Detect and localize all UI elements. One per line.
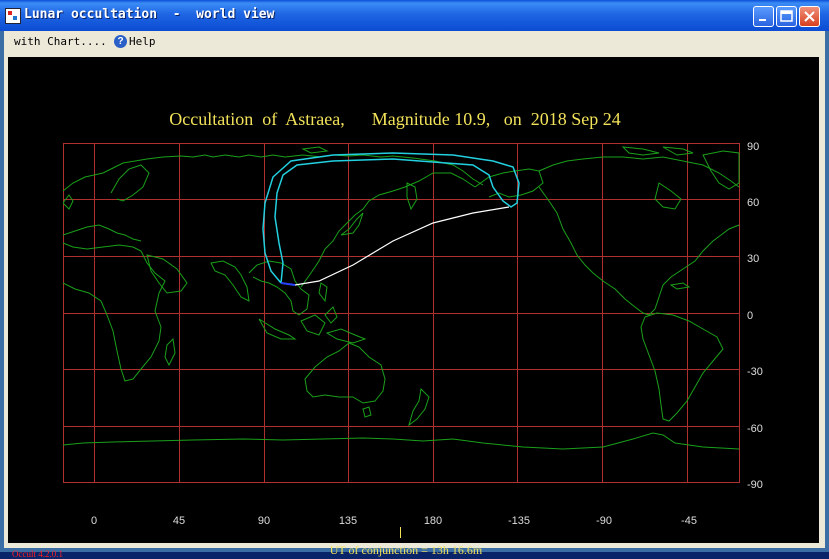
close-icon [804,11,815,22]
plot-title: Occultation of Astraea, Magnitude 10.9, … [169,109,621,129]
limit-line-north [262,152,520,284]
y-tick-label: -90 [747,479,763,491]
y-tick-label: 0 [747,310,754,322]
menu-bar: with Chart.... ? Help [4,31,825,53]
minimize-button[interactable] [753,6,774,27]
occultation-path [262,152,520,286]
ut-marker [400,527,401,538]
maximize-button[interactable] [776,6,797,27]
ut-conjunction-label: UT of conjunction = 13h 16.6m [329,543,483,557]
x-tick-label: 90 [257,515,271,527]
y-tick-label: 90 [747,141,760,153]
world-view-plot: Occultation of Astraea, Magnitude 10.9, … [8,57,819,559]
x-tick-label: 180 [423,515,443,527]
maximize-icon [780,10,793,22]
y-tick-label: -60 [747,423,763,435]
world-map [63,143,740,483]
coastlines [63,146,740,450]
version-label: Occult 4.2.0.1 [12,549,63,559]
app-icon[interactable] [5,8,21,24]
y-tick-label: -30 [747,366,763,378]
y-tick-label: 30 [747,253,760,265]
x-tick-label: 0 [90,515,98,527]
x-tick-label: -45 [681,515,697,527]
client-area: with Chart.... ? Help Occultation of Ast… [4,31,825,559]
y-tick-label: 60 [747,197,760,209]
center-line [294,206,510,286]
x-tick-label: 135 [338,515,358,527]
help-icon: ? [114,35,127,48]
path-start-segment [280,282,296,286]
x-tick-label: -135 [507,515,531,527]
minimize-icon [759,19,766,21]
map-grid [63,143,740,483]
x-tick-label: -90 [596,515,612,527]
window-title: Lunar occultation - world view [24,7,275,22]
main-window: Lunar occultation - world view with Char… [0,0,829,559]
title-bar[interactable]: Lunar occultation - world view [0,0,829,31]
menu-with-chart[interactable]: with Chart.... [14,35,107,48]
menu-help[interactable]: Help [129,35,156,48]
x-tick-label: 45 [172,515,186,527]
close-button[interactable] [799,6,820,27]
